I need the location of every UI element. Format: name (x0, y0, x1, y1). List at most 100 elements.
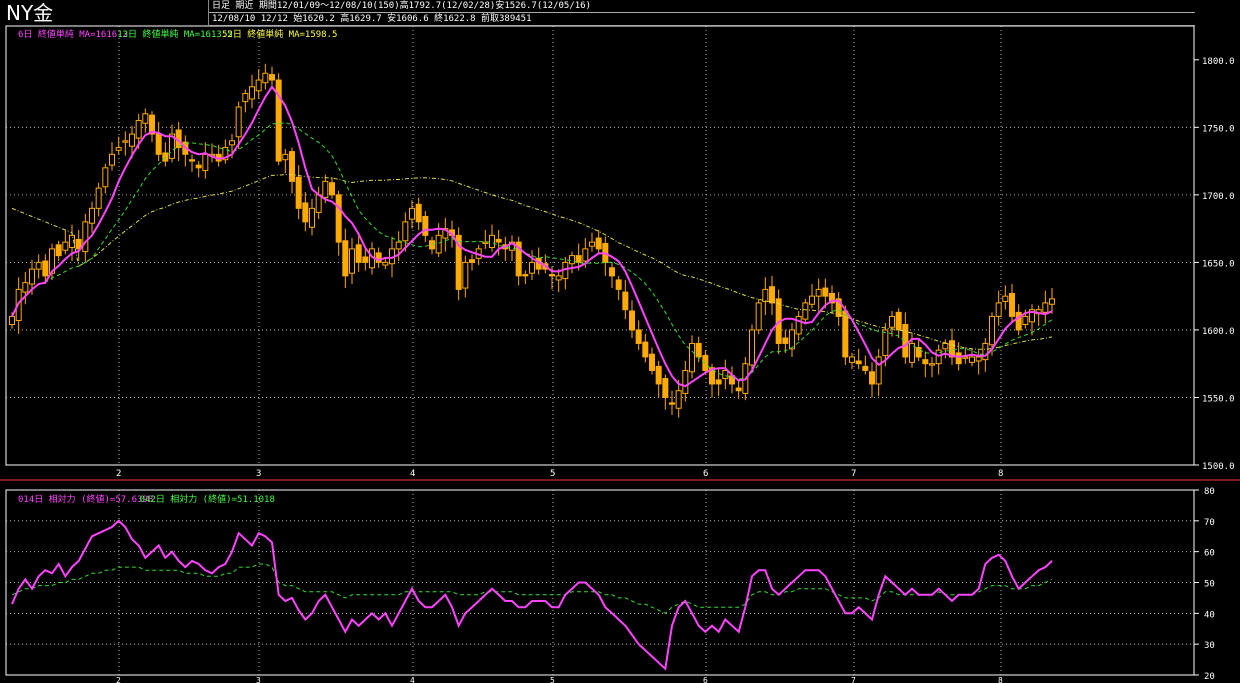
candle-body (322, 180, 329, 199)
candle-body (955, 352, 962, 365)
candle-body (102, 167, 109, 188)
candle-body (1009, 292, 1015, 317)
candle-body (695, 342, 702, 358)
candle-body (295, 176, 302, 209)
x-tick-label: 6 (703, 469, 708, 479)
candle-body (942, 342, 949, 350)
rsi-y-tick-label: 30 (1204, 641, 1215, 651)
candle-body (529, 261, 535, 274)
x-tick-label: 5 (550, 469, 555, 479)
candle-body (689, 342, 695, 373)
candle-body (549, 274, 555, 277)
candle-body (1042, 302, 1049, 313)
x-tick-label: 4 (410, 469, 415, 479)
candle-body (129, 133, 135, 147)
rsi-y-tick-label: 60 (1204, 549, 1215, 559)
candle-body (849, 356, 855, 363)
candle-body (242, 93, 249, 103)
candle-body (995, 302, 1002, 317)
price-legend-item: 6日 終値単純 MA=1616.2 (18, 28, 128, 40)
candle-body (802, 302, 809, 320)
candle-body (595, 237, 602, 250)
candle-body (335, 194, 342, 243)
rsi-y-tick-label: 80 (1204, 487, 1215, 497)
candle-body (575, 255, 582, 263)
price-legend-item: 13日 終値単純 MA=1613.5 (117, 28, 232, 40)
candle-body (862, 365, 869, 371)
rsi-legend-item: 042日 相対力 (終値)=51.1018 (140, 493, 275, 505)
rsi-y-tick-label: 40 (1204, 610, 1215, 620)
candle-body (469, 259, 475, 263)
candle-body (795, 315, 802, 335)
price-y-tick-label: 1550.0 (1202, 394, 1235, 404)
candle-body (982, 342, 989, 361)
candle-body (115, 147, 122, 151)
price-panel: 1800.0 1750.0 1700.0 1650.0 1600.0 1550.0 1500… (0, 25, 1240, 481)
candle-body (735, 387, 742, 392)
candle-body (135, 120, 142, 139)
period-info: 日足 期近 期間12/01/09～12/08/10(150)高1792.7(12… (209, 0, 1195, 13)
candle-body (255, 79, 262, 92)
candle-body (682, 369, 689, 394)
candle-body (902, 324, 909, 358)
x-tick-label: 3 (256, 469, 261, 479)
candle-body (189, 159, 195, 162)
candle-body (929, 363, 935, 366)
rsi-x-tick-label: 8 (998, 676, 1003, 683)
candle-body (789, 329, 795, 350)
candle-body (9, 315, 15, 326)
candle-body (569, 255, 575, 265)
candle-body (655, 365, 662, 385)
rsi-x-tick-label: 4 (410, 676, 415, 683)
candle-body (435, 234, 442, 254)
rsi-panel: 80 70 60 50 40 30 20 2 3 4 5 6 7 8 014日 相対力 (終値)=57.63… (5, 487, 1215, 683)
candle-body (1022, 315, 1029, 326)
candle-body (35, 261, 42, 270)
rsi-y-tick-label: 50 (1204, 580, 1215, 590)
candle-body (422, 215, 429, 236)
candle-body (82, 221, 89, 253)
candle-body (355, 244, 362, 263)
candle-body (609, 267, 615, 277)
candle-body (749, 329, 755, 366)
candle-body (429, 240, 435, 250)
candle-body (55, 244, 62, 257)
candle-body (989, 315, 995, 346)
price-y-tick-label: 1650.0 (1202, 259, 1235, 269)
instrument-title: NY金 (6, 1, 54, 25)
candle-body (922, 359, 929, 365)
rsi-x-tick-label: 7 (851, 676, 856, 683)
candle-body (382, 261, 389, 266)
candle-body (349, 248, 355, 274)
candle-body (809, 295, 815, 305)
candle-body (202, 153, 209, 172)
rsi-x-tick-label: 6 (703, 676, 708, 683)
candle-body (722, 369, 729, 380)
candle-body (235, 106, 242, 138)
rsi-x-tick-label: 5 (550, 676, 555, 683)
candle-body (715, 379, 722, 385)
candle-body (889, 315, 895, 328)
x-tick-label: 8 (998, 469, 1003, 479)
candle-body (975, 356, 982, 362)
candle-body (155, 133, 162, 155)
candle-body (642, 341, 649, 358)
rsi-y-tick-label: 20 (1204, 672, 1215, 682)
candle-body (362, 256, 369, 263)
candle-body (702, 355, 709, 371)
candle-body (302, 202, 309, 223)
candle-body (282, 153, 289, 161)
candle-body (962, 356, 969, 359)
candle-body (1002, 295, 1009, 303)
candle-body (269, 74, 275, 81)
candle-body (869, 371, 875, 385)
candle-body (495, 238, 502, 243)
candle-body (122, 140, 129, 143)
candle-body (769, 286, 775, 304)
candle-body (895, 311, 902, 331)
candle-body (402, 221, 409, 242)
candle-body (315, 194, 322, 213)
candle-body (395, 241, 402, 250)
candle-body (875, 356, 882, 385)
candle-body (29, 268, 35, 285)
